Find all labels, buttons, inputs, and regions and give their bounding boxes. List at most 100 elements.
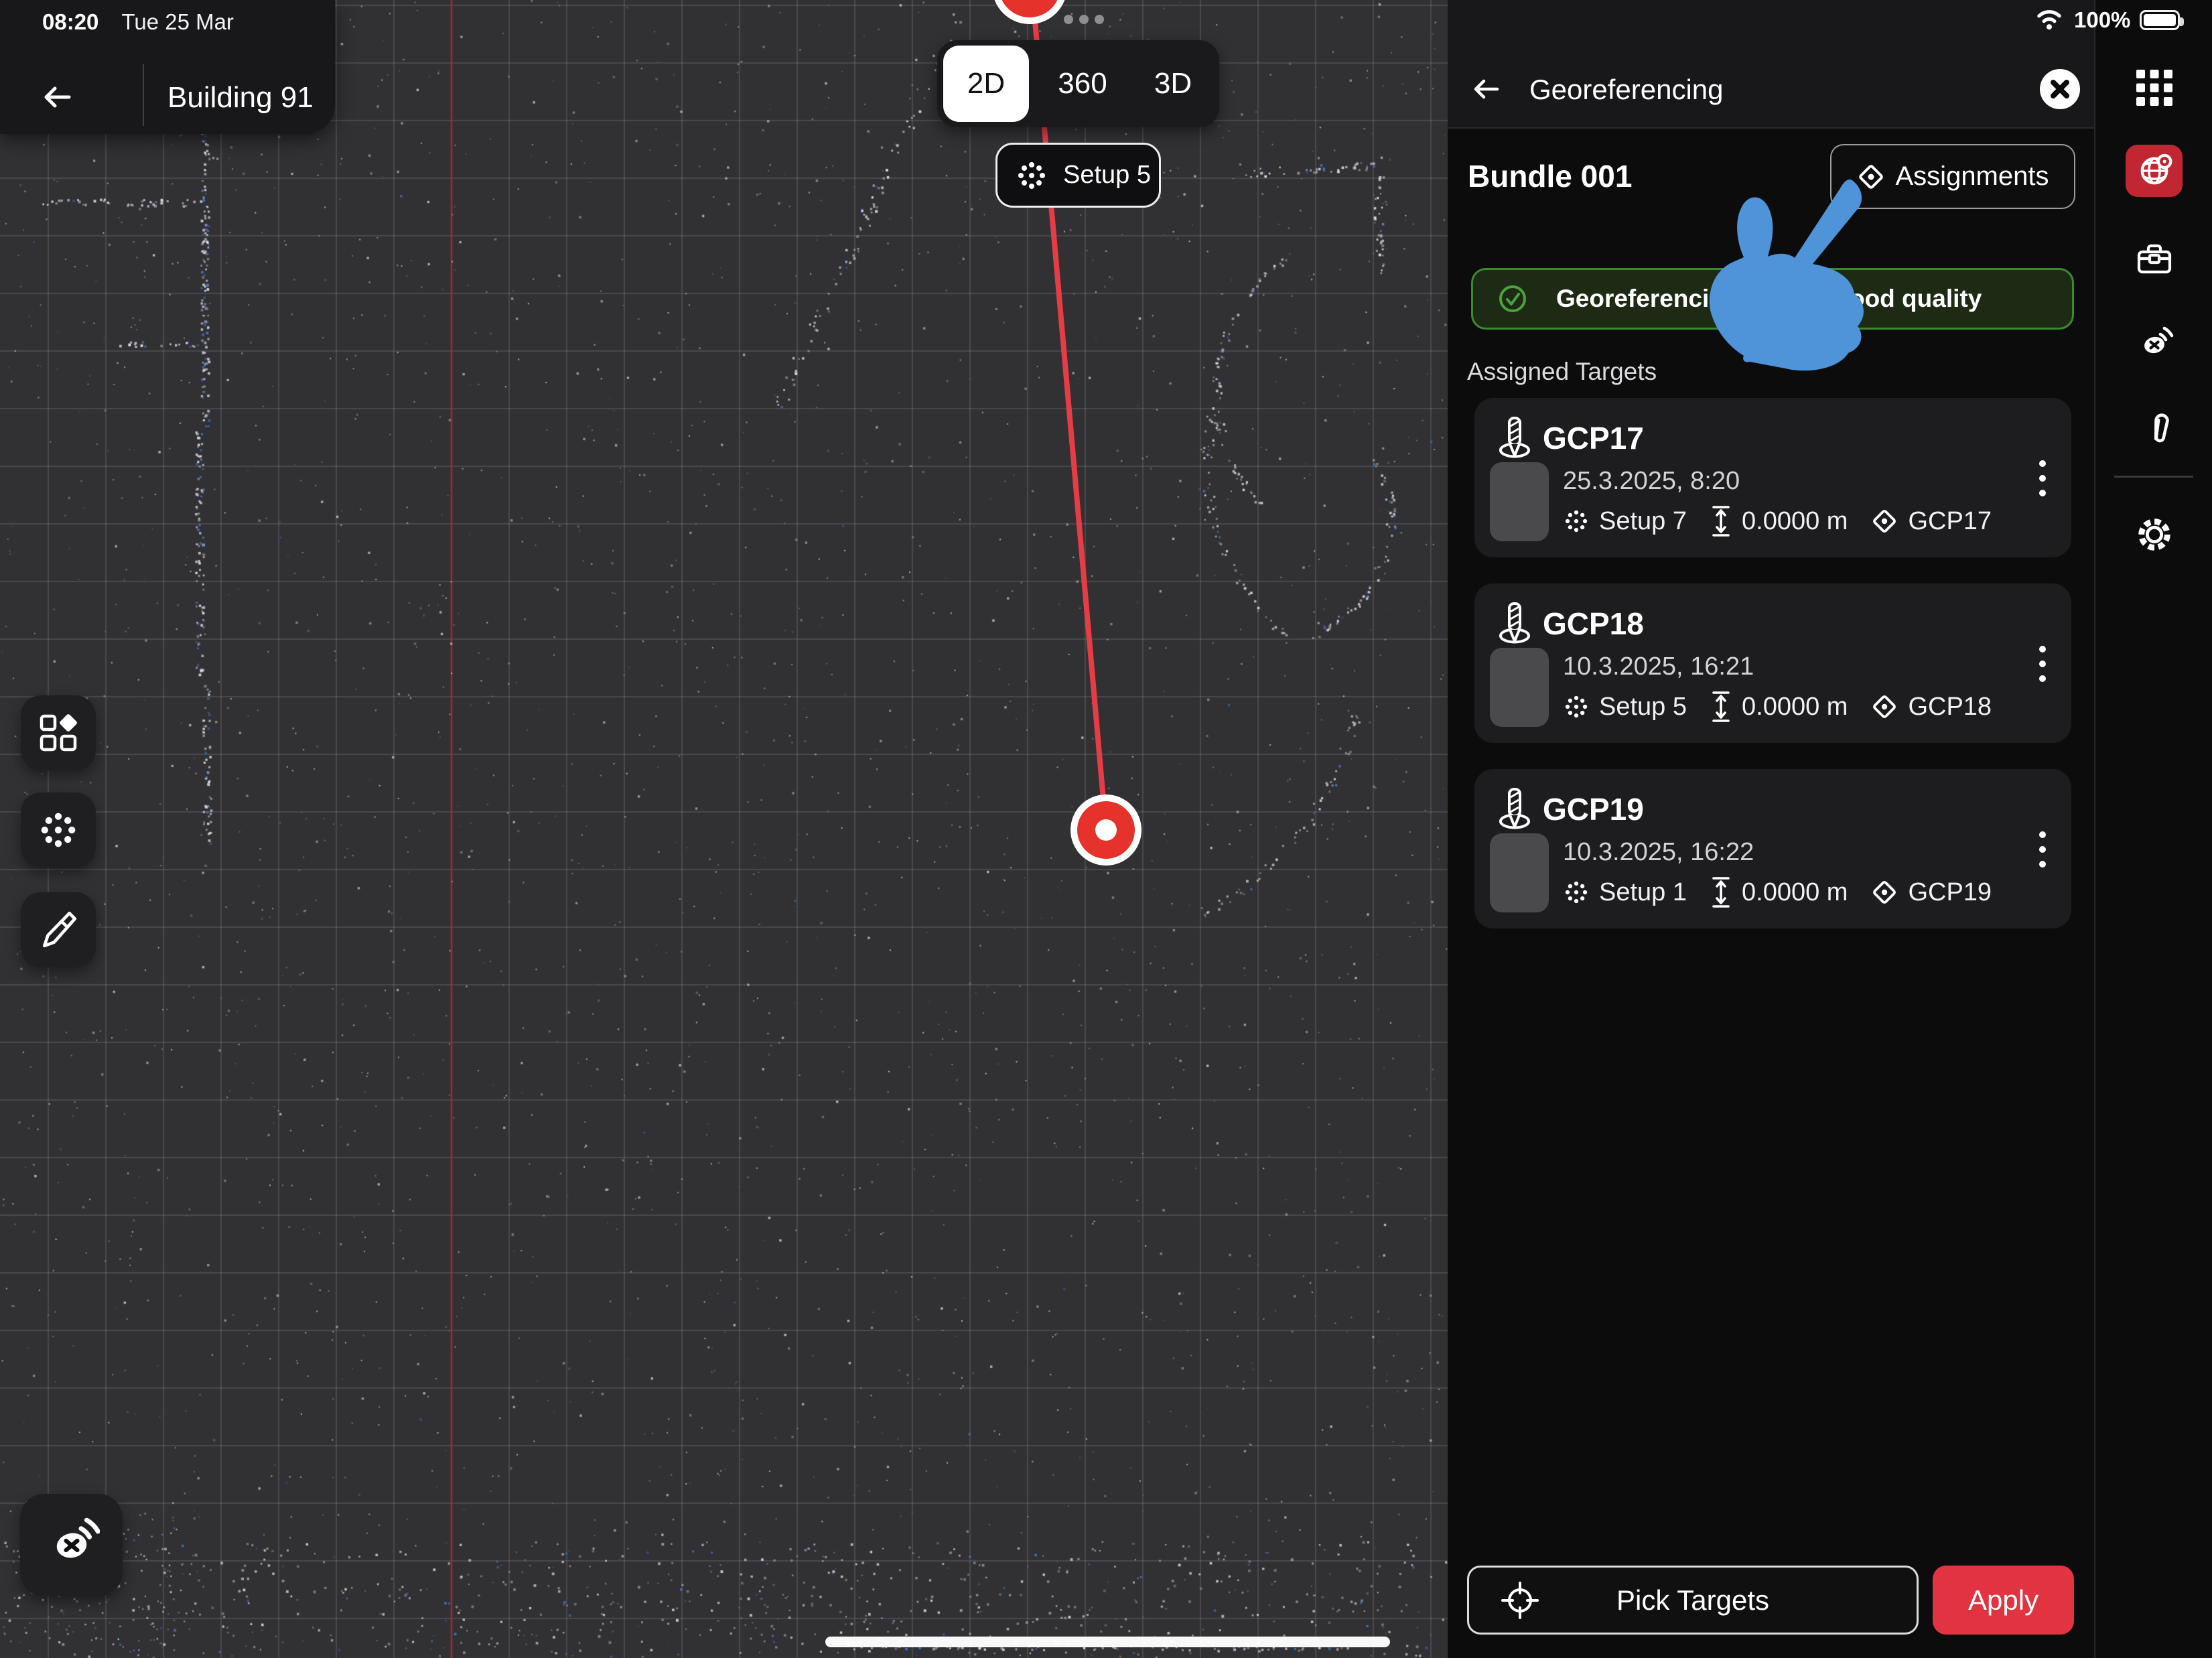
apply-label: Apply xyxy=(1968,1584,2038,1616)
target-height: 0.0000 m xyxy=(1742,693,1848,721)
view-mode-2d[interactable]: 2D xyxy=(943,46,1029,122)
attachments-button[interactable] xyxy=(2134,409,2174,449)
toolbox-button[interactable] xyxy=(2134,240,2174,280)
view-mode-toggle[interactable]: 2D 360 3D xyxy=(937,40,1219,127)
target-meta-row: Setup 7 0.0000 m GCP17 xyxy=(1563,501,1992,541)
target-datetime: 25.3.2025, 8:20 xyxy=(1563,462,1740,500)
target-card[interactable]: GCP19 10.3.2025, 16:22 Setup 1 0.0000 m … xyxy=(1474,769,2071,928)
gcp-marker-icon xyxy=(1496,602,1533,645)
target-setup: Setup 7 xyxy=(1599,507,1687,536)
target-name: GCP19 xyxy=(1543,788,1644,831)
back-button[interactable] xyxy=(39,78,78,117)
georeferencing-panel: Georeferencing Bundle 001 Assignments Ge… xyxy=(1448,0,2094,1658)
toolbox-icon xyxy=(2134,240,2174,280)
instrument-height-icon xyxy=(1710,876,1732,908)
target-id: GCP17 xyxy=(1908,507,1992,536)
check-circle-icon xyxy=(1497,283,1528,314)
scan-signal-off-button[interactable] xyxy=(2134,325,2174,365)
target-card[interactable]: GCP18 10.3.2025, 16:21 Setup 5 0.0000 m … xyxy=(1474,583,2071,743)
target-menu-button[interactable] xyxy=(2026,638,2059,689)
divider xyxy=(143,64,144,126)
setups-icon xyxy=(1563,879,1590,906)
objects-icon xyxy=(38,712,79,754)
panel-close-button[interactable] xyxy=(2038,68,2081,111)
quality-message: Georeferencing of very good quality xyxy=(1556,285,1982,313)
measure-tool-button[interactable] xyxy=(21,892,96,967)
instrument-height-icon xyxy=(1710,691,1732,723)
point-cloud-canvas xyxy=(0,0,1448,1658)
right-toolbar xyxy=(2094,0,2212,1658)
apply-button[interactable]: Apply xyxy=(1933,1566,2074,1635)
target-id-icon xyxy=(1870,878,1898,906)
gcp-marker-icon xyxy=(1496,788,1533,831)
target-menu-button[interactable] xyxy=(2026,453,2059,504)
point-cloud-map[interactable]: 08:20 Tue 25 Mar Building 91 2D 360 3D Se… xyxy=(0,0,1448,1658)
target-setup: Setup 1 xyxy=(1599,878,1687,907)
target-name: GCP17 xyxy=(1543,417,1644,460)
target-height: 0.0000 m xyxy=(1742,878,1848,907)
back-arrow-icon xyxy=(39,78,78,117)
setups-tool-button[interactable] xyxy=(21,792,96,868)
ellipsis-icon xyxy=(1064,15,1104,24)
attachments-icon xyxy=(2134,409,2174,449)
back-arrow-icon xyxy=(1468,70,1507,109)
setup-label: Setup 5 xyxy=(1063,161,1151,190)
section-title: Assigned Targets xyxy=(1467,351,1657,393)
target-card[interactable]: GCP17 25.3.2025, 8:20 Setup 7 0.0000 m G… xyxy=(1474,398,2071,557)
setup-label-pill[interactable]: Setup 5 xyxy=(995,143,1161,208)
divider xyxy=(2114,476,2193,478)
target-height: 0.0000 m xyxy=(1742,507,1848,536)
project-title: Building 91 xyxy=(167,74,314,122)
target-id-icon xyxy=(1870,507,1898,535)
status-date: Tue 25 Mar xyxy=(121,9,234,34)
status-time-date: 08:20 Tue 25 Mar xyxy=(42,8,234,36)
current-setup-marker[interactable] xyxy=(1070,795,1142,866)
objects-tool-button[interactable] xyxy=(21,695,96,770)
target-thumbnail[interactable] xyxy=(1490,833,1549,912)
scan-visibility-off-icon xyxy=(44,1517,100,1574)
target-setup: Setup 5 xyxy=(1599,693,1687,721)
target-thumbnail[interactable] xyxy=(1490,648,1549,727)
gcp-marker-icon xyxy=(1496,417,1533,460)
quality-banner: Georeferencing of very good quality xyxy=(1471,268,2074,330)
panel-header: Georeferencing xyxy=(1448,0,2094,129)
assignments-button[interactable]: Assignments xyxy=(1830,144,2075,209)
assigned-targets-list: GCP17 25.3.2025, 8:20 Setup 7 0.0000 m G… xyxy=(1448,0,2094,1658)
target-name: GCP18 xyxy=(1543,602,1644,645)
target-assignment-icon xyxy=(1857,163,1885,191)
status-right: 100% xyxy=(2034,5,2180,35)
scan-visibility-button[interactable] xyxy=(20,1494,123,1596)
settings-gear-icon xyxy=(2134,514,2174,555)
setups-icon xyxy=(1563,693,1590,720)
apps-grid-button[interactable] xyxy=(2134,68,2174,108)
instrument-height-icon xyxy=(1710,505,1732,537)
target-meta-row: Setup 5 0.0000 m GCP18 xyxy=(1563,687,1992,727)
view-mode-360[interactable]: 360 xyxy=(1036,40,1129,127)
target-id: GCP18 xyxy=(1908,693,1992,721)
georeferencing-tool-button[interactable] xyxy=(2126,145,2183,197)
target-menu-button[interactable] xyxy=(2026,824,2059,875)
battery-percent: 100% xyxy=(2074,7,2130,33)
view-mode-3d[interactable]: 3D xyxy=(1133,40,1213,127)
wifi-icon xyxy=(2034,8,2065,32)
target-id-icon xyxy=(1870,693,1898,721)
target-datetime: 10.3.2025, 16:22 xyxy=(1563,833,1754,871)
measure-pen-icon xyxy=(38,909,79,951)
target-thumbnail[interactable] xyxy=(1490,462,1549,541)
pick-targets-button[interactable]: Pick Targets xyxy=(1467,1566,1919,1635)
close-icon xyxy=(2038,68,2081,111)
bundle-name: Bundle 001 xyxy=(1468,150,1632,202)
panel-back-button[interactable] xyxy=(1468,70,1507,109)
georeferencing-globe-icon xyxy=(2135,151,2174,190)
status-time: 08:20 xyxy=(42,9,98,34)
project-header: 08:20 Tue 25 Mar Building 91 xyxy=(0,0,335,134)
apps-grid-icon xyxy=(2135,68,2174,107)
setups-icon xyxy=(1563,508,1590,535)
target-datetime: 10.3.2025, 16:21 xyxy=(1563,648,1754,685)
pick-targets-label: Pick Targets xyxy=(1469,1568,1917,1633)
panel-title: Georeferencing xyxy=(1529,66,1724,114)
settings-button[interactable] xyxy=(2134,514,2174,555)
battery-full-icon xyxy=(2140,10,2180,30)
target-id: GCP19 xyxy=(1908,878,1992,907)
home-indicator[interactable] xyxy=(825,1637,1390,1647)
